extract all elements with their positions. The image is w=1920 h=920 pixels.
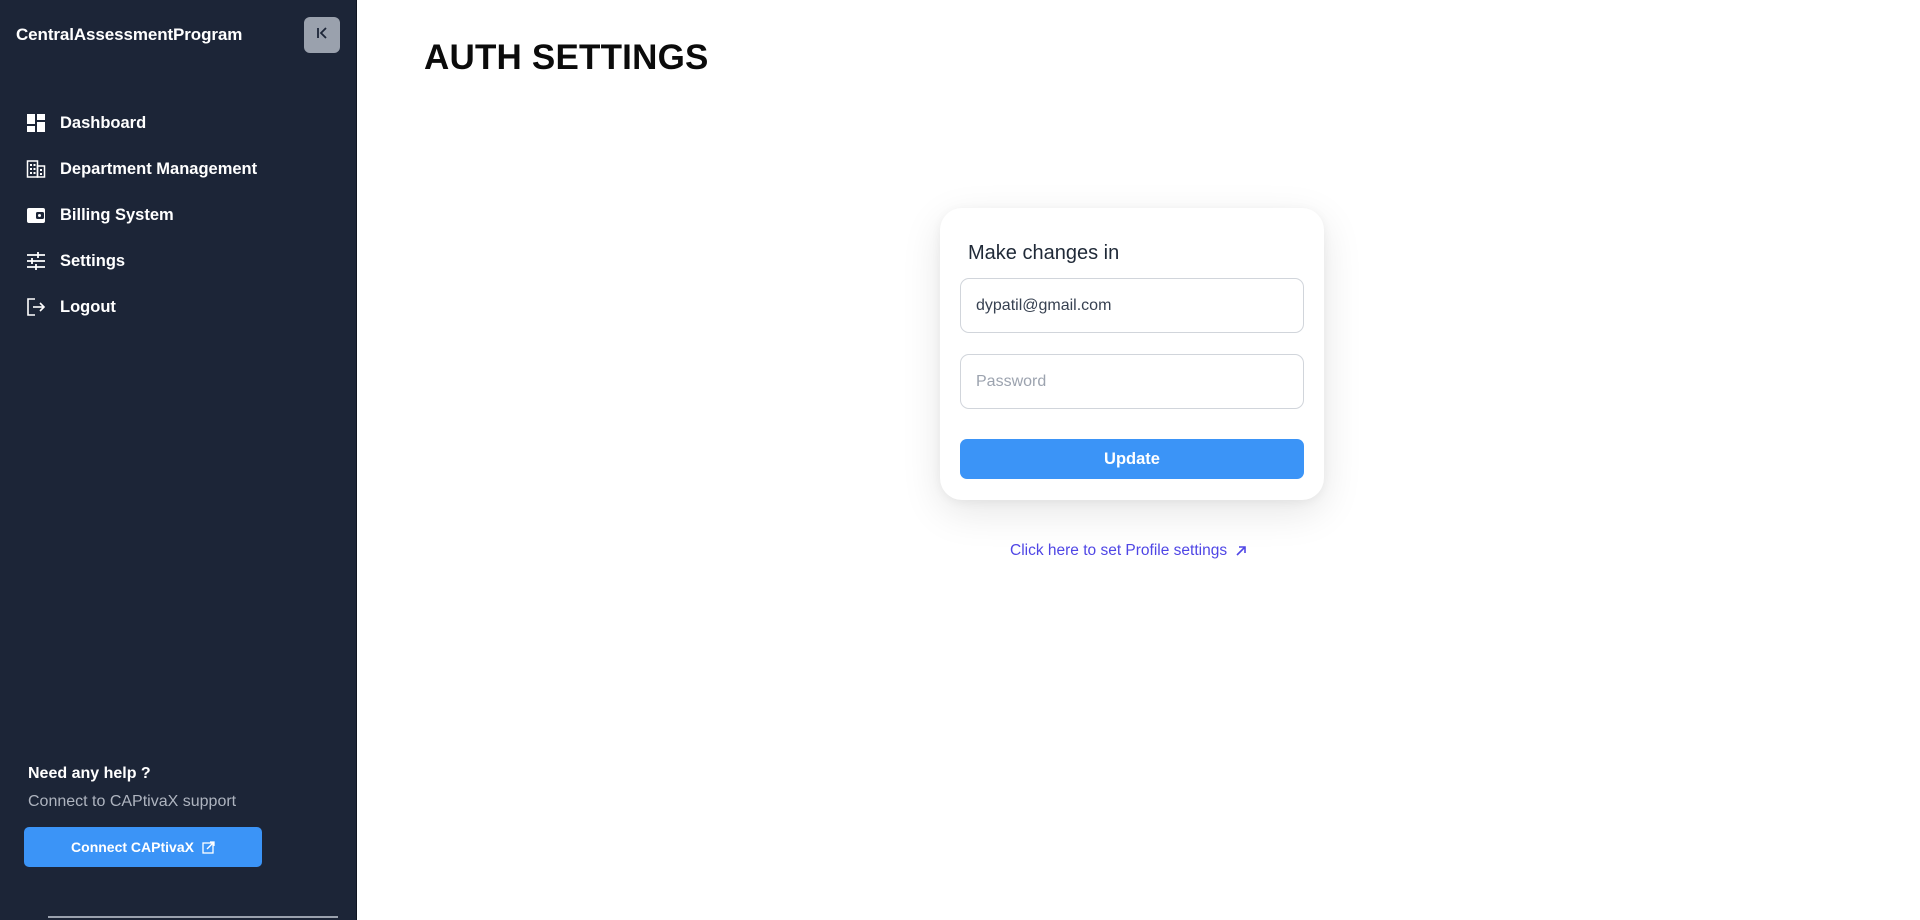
- connect-support-button[interactable]: Connect CAPtivaX: [24, 827, 262, 867]
- help-title: Need any help ?: [28, 765, 151, 782]
- sliders-icon: [25, 250, 47, 272]
- sidebar: CentralAssessmentProgram Dashboard Depar…: [0, 0, 357, 920]
- connect-button-label: Connect CAPtivaX: [71, 839, 194, 855]
- logout-icon: [25, 296, 47, 318]
- app-root: CentralAssessmentProgram Dashboard Depar…: [0, 0, 1920, 920]
- sidebar-item-label: Settings: [60, 251, 126, 270]
- sidebar-item-billing-system[interactable]: Billing System: [0, 192, 357, 238]
- help-section: Need any help ? Connect to CAPtivaX supp…: [28, 765, 236, 811]
- password-field[interactable]: [960, 354, 1304, 409]
- main-content: AUTH SETTINGS Make changes in Update Cli…: [357, 0, 1920, 920]
- arrow-up-right-icon: [1235, 545, 1247, 557]
- auth-settings-card: Make changes in Update: [940, 208, 1324, 500]
- dashboard-icon: [25, 112, 47, 134]
- email-field[interactable]: [960, 278, 1304, 333]
- external-link-icon: [202, 840, 215, 854]
- sidebar-item-label: Department Management: [60, 159, 258, 178]
- card-heading: Make changes in: [968, 242, 1120, 264]
- sidebar-item-dashboard[interactable]: Dashboard: [0, 100, 357, 146]
- sidebar-item-department-management[interactable]: Department Management: [0, 146, 357, 192]
- sidebar-item-logout[interactable]: Logout: [0, 284, 357, 330]
- brand-title: CentralAssessmentProgram: [16, 25, 243, 44]
- page-title: AUTH SETTINGS: [424, 38, 709, 77]
- wallet-icon: [25, 204, 47, 226]
- sidebar-collapse-button[interactable]: [304, 17, 340, 53]
- profile-link-label: Click here to set Profile settings: [1010, 542, 1228, 559]
- collapse-left-icon: [314, 25, 330, 46]
- sidebar-item-label: Billing System: [60, 205, 174, 224]
- building-icon: [25, 158, 47, 180]
- sidebar-item-label: Logout: [60, 297, 116, 316]
- scrollbar-track: [48, 916, 338, 918]
- sidebar-item-settings[interactable]: Settings: [0, 238, 357, 284]
- help-subtitle: Connect to CAPtivaX support: [28, 793, 237, 810]
- update-button[interactable]: Update: [960, 439, 1304, 479]
- profile-settings-link[interactable]: Click here to set Profile settings: [1010, 542, 1247, 560]
- sidebar-item-label: Dashboard: [60, 113, 147, 132]
- sidebar-nav: Dashboard Department Management Billing …: [0, 100, 357, 330]
